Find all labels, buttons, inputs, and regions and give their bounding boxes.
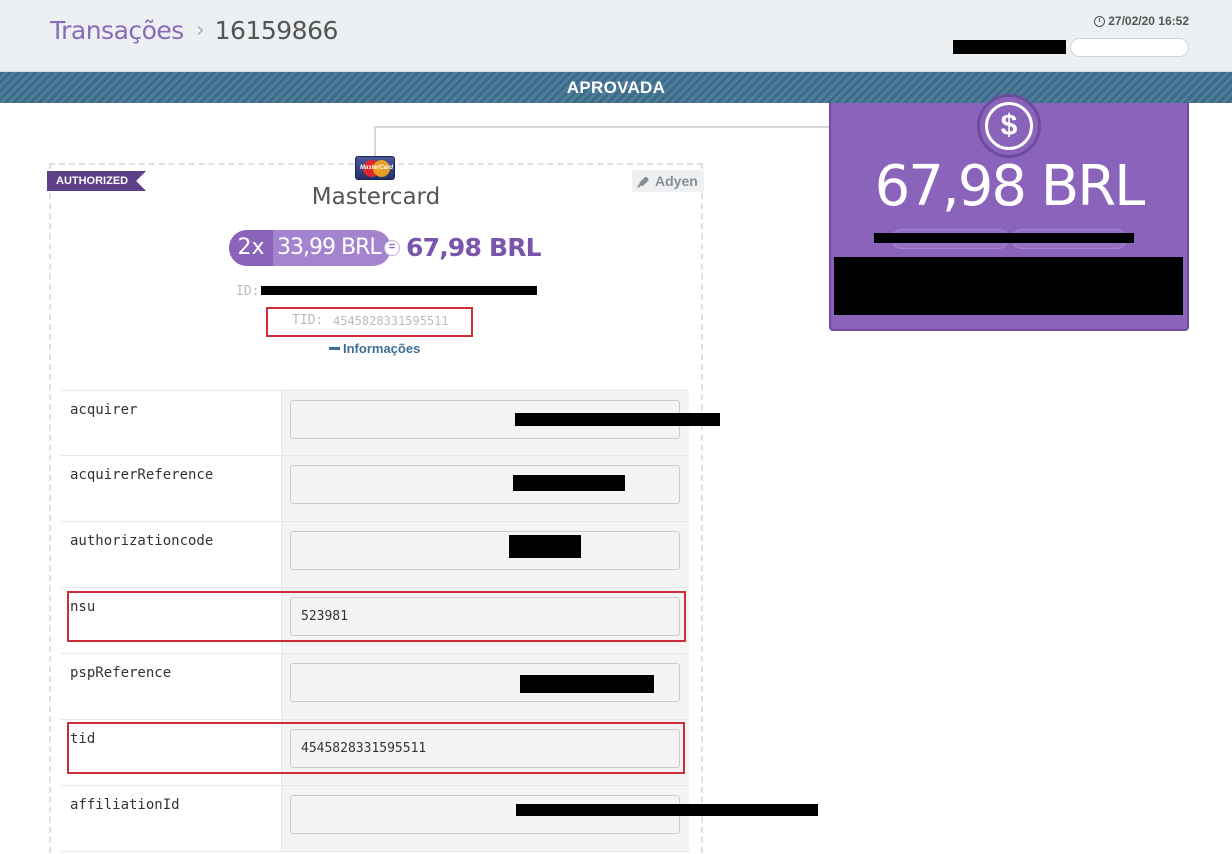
id-label: ID: xyxy=(236,284,260,299)
connector-line xyxy=(374,126,830,128)
installment-value: 33,99 BRL xyxy=(277,235,382,260)
row-key: pspReference xyxy=(61,654,282,719)
installment-total: 67,98 BRL xyxy=(406,233,542,262)
redacted-user xyxy=(953,40,1066,54)
equals-icon: = xyxy=(384,240,400,256)
redacted-value xyxy=(520,675,654,693)
tid-row-highlight xyxy=(67,722,685,774)
card-brand: Mastercard xyxy=(311,184,441,210)
row-key: affiliationId xyxy=(61,786,282,851)
redacted-customer-info xyxy=(834,257,1183,315)
nsu-highlight xyxy=(67,591,686,642)
clock-icon xyxy=(1094,15,1106,27)
redacted-value xyxy=(516,804,818,816)
connector-line xyxy=(374,126,376,156)
row-key: acquirerReference xyxy=(61,456,282,521)
breadcrumb: Transações › 16159866 xyxy=(50,16,338,45)
page-header: Transações › 16159866 27/02/20 16:52 xyxy=(0,0,1232,72)
header-user-field[interactable] xyxy=(1070,38,1189,57)
mastercard-icon: MasterCard xyxy=(355,156,395,180)
redacted-id xyxy=(261,286,537,295)
table-row: affiliationId xyxy=(61,786,818,852)
table-row: acquirer xyxy=(61,390,720,456)
timestamp-text: 27/02/20 16:52 xyxy=(1108,14,1189,28)
redacted-buttons xyxy=(874,233,1134,243)
row-value-field[interactable] xyxy=(290,531,680,570)
amount-total: 67,98 BRL xyxy=(874,154,1146,219)
breadcrumb-transactions-link[interactable]: Transações xyxy=(50,16,184,45)
table-row: authorizationcode xyxy=(61,522,689,588)
row-key: authorizationcode xyxy=(61,522,282,587)
installments-pill: 2x 33,99 BRL xyxy=(229,230,391,266)
redacted-value xyxy=(515,413,720,426)
timestamp: 27/02/20 16:52 xyxy=(1094,14,1189,28)
info-toggle[interactable]: Informações xyxy=(329,341,420,356)
tid-value: 4545828331595511 xyxy=(333,314,449,328)
dollar-icon: $ xyxy=(985,102,1033,150)
installment-count: 2x xyxy=(229,230,273,266)
row-key: acquirer xyxy=(61,391,282,455)
info-toggle-label: Informações xyxy=(343,341,421,356)
table-row: pspReference xyxy=(61,654,689,720)
breadcrumb-transaction-id: 16159866 xyxy=(214,16,339,45)
breadcrumb-separator: › xyxy=(195,18,205,43)
tid-label: TID: xyxy=(292,313,324,328)
redacted-value xyxy=(513,475,625,491)
redacted-value xyxy=(509,535,581,558)
minus-icon xyxy=(329,347,340,350)
table-row: acquirerReference xyxy=(61,456,689,522)
status-bar: APROVADA xyxy=(0,72,1232,103)
